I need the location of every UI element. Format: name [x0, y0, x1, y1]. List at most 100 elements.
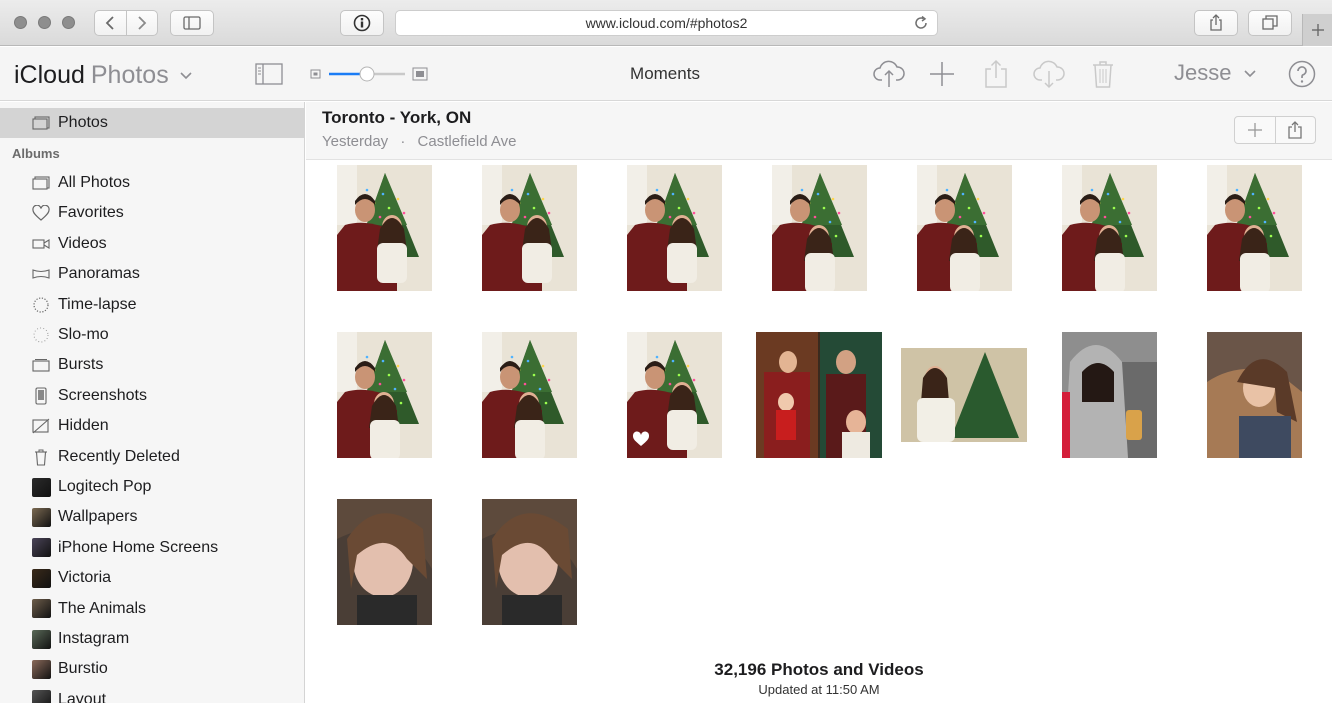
main-content: Toronto - York, ON Yesterday · Castlefie…	[306, 102, 1332, 703]
screenshot-icon	[32, 387, 50, 405]
help-icon	[1288, 60, 1316, 88]
sidebar-item-slo-mo[interactable]: Slo-mo	[0, 320, 304, 350]
sidebar-item-label: Panoramas	[58, 265, 140, 283]
photo-thumbnail[interactable]	[1207, 332, 1302, 458]
plus-icon	[1311, 24, 1324, 36]
photo-thumbnail[interactable]	[772, 165, 867, 291]
sidebar-icon	[255, 63, 283, 85]
photo-thumbnail[interactable]	[1062, 165, 1157, 291]
moment-place[interactable]: Castlefield Ave	[418, 133, 517, 150]
sidebar-item-bursts[interactable]: Bursts	[0, 350, 304, 380]
album-thumbnail	[32, 629, 51, 649]
sidebar-item-label: Victoria	[58, 569, 112, 587]
sidebar-item-favorites[interactable]: Favorites	[0, 198, 304, 228]
moment-share-button[interactable]	[1276, 117, 1316, 143]
photo-thumbnail[interactable]	[756, 332, 882, 458]
sidebar-item-hidden[interactable]: Hidden	[0, 411, 304, 441]
chevron-down-icon	[1244, 70, 1256, 78]
sidebar: Photos Albums All Photos Favorites Videos P…	[0, 102, 305, 703]
close-window-button[interactable]	[14, 16, 27, 29]
moment-add-button[interactable]	[1235, 117, 1276, 143]
zoom-window-button[interactable]	[62, 16, 75, 29]
album-thumbnail	[32, 477, 51, 497]
forward-button[interactable]	[127, 11, 158, 35]
help-button[interactable]	[1286, 59, 1318, 89]
address-bar[interactable]: www.icloud.com/#photos2	[395, 10, 938, 36]
photo-thumbnail[interactable]	[337, 165, 432, 291]
time-lapse-icon	[32, 296, 50, 314]
photo-thumbnail[interactable]	[337, 332, 432, 458]
plus-icon	[1247, 123, 1262, 137]
photo-thumbnail[interactable]	[482, 165, 577, 291]
minimize-window-button[interactable]	[38, 16, 51, 29]
brand-secondary: Photos	[90, 61, 169, 89]
sidebar-item-burstio[interactable]: Burstio	[0, 654, 304, 684]
sidebar-item-label: Videos	[58, 234, 107, 252]
video-icon	[32, 235, 50, 253]
photo-thumbnail[interactable]	[1062, 332, 1157, 458]
sidebar-item-instagram[interactable]: Instagram	[0, 624, 304, 654]
trash-icon	[32, 448, 50, 466]
photo-thumbnail[interactable]	[482, 499, 577, 625]
photos-icon	[32, 114, 50, 132]
sidebar-item-label: Instagram	[58, 630, 130, 647]
delete-button[interactable]	[1087, 59, 1119, 89]
photo-thumbnail[interactable]	[627, 165, 722, 291]
share-button[interactable]	[1194, 10, 1238, 36]
photo-thumbnail[interactable]	[917, 165, 1012, 291]
album-thumbnail	[32, 659, 51, 679]
download-button[interactable]	[1032, 59, 1066, 89]
sidebar-item-label: The Animals	[58, 599, 147, 617]
heart-icon	[32, 204, 50, 222]
show-sidebar-button[interactable]	[253, 59, 285, 89]
photo-thumbnail[interactable]	[482, 332, 577, 458]
sidebar-item-recently-deleted[interactable]: Recently Deleted	[0, 442, 304, 472]
album-thumbnail	[32, 568, 51, 588]
sidebar-item-panoramas[interactable]: Panoramas	[0, 259, 304, 289]
sidebar-item-layout[interactable]: Layout	[0, 685, 304, 703]
photo-thumbnail[interactable]	[627, 332, 722, 458]
albums-section-title: Albums	[12, 146, 60, 161]
photo-thumbnail[interactable]	[1207, 165, 1302, 291]
cloud-upload-icon	[873, 60, 905, 87]
sidebar-item-logitech-pop[interactable]: Logitech Pop	[0, 472, 304, 502]
sidebar-item-the-animals[interactable]: The Animals	[0, 594, 304, 624]
sidebar-item-photos[interactable]: Photos	[0, 108, 304, 138]
sidebar-item-label: Screenshots	[58, 386, 147, 404]
zoom-slider[interactable]	[310, 65, 430, 83]
app-switcher[interactable]: iCloud Photos	[14, 61, 192, 90]
photo-thumbnail[interactable]	[901, 348, 1027, 442]
sidebar-toggle-button[interactable]	[170, 10, 214, 36]
toolbar-share-button[interactable]	[980, 59, 1012, 89]
reload-icon[interactable]	[913, 15, 929, 31]
sidebar-item-screenshots[interactable]: Screenshots	[0, 381, 304, 411]
photo-thumbnail[interactable]	[337, 499, 432, 625]
album-thumbnail	[32, 538, 51, 558]
upload-button[interactable]	[872, 59, 906, 89]
sidebar-item-time-lapse[interactable]: Time-lapse	[0, 290, 304, 320]
sidebar-item-iphone-home-screens[interactable]: iPhone Home Screens	[0, 533, 304, 563]
new-tab-button[interactable]	[1302, 14, 1332, 46]
back-button[interactable]	[95, 11, 127, 35]
sidebar-item-label: Wallpapers	[58, 508, 138, 526]
sidebar-item-label: Time-lapse	[58, 295, 137, 313]
sidebar-item-all-photos[interactable]: All Photos	[0, 168, 304, 198]
sidebar-item-wallpapers[interactable]: Wallpapers	[0, 502, 304, 532]
sidebar-item-label: All Photos	[58, 174, 131, 191]
privacy-report-button[interactable]	[340, 10, 384, 36]
account-menu[interactable]: Jesse	[1174, 60, 1256, 86]
sidebar-item-victoria[interactable]: Victoria	[0, 563, 304, 593]
add-to-album-button[interactable]	[926, 59, 958, 89]
info-icon	[353, 14, 371, 32]
tab-overview-button[interactable]	[1248, 10, 1292, 36]
moment-actions	[1234, 116, 1316, 144]
moment-subtitle: Yesterday · Castlefield Ave	[322, 133, 516, 150]
sidebar-item-label: Hidden	[58, 417, 109, 435]
share-icon	[1210, 14, 1222, 31]
album-thumbnail	[32, 690, 51, 703]
url-text: www.icloud.com/#photos2	[585, 15, 748, 31]
share-icon	[1288, 121, 1302, 139]
bursts-icon	[32, 356, 50, 374]
sidebar-item-videos[interactable]: Videos	[0, 229, 304, 259]
sidebar-item-label: Burstio	[58, 660, 108, 678]
